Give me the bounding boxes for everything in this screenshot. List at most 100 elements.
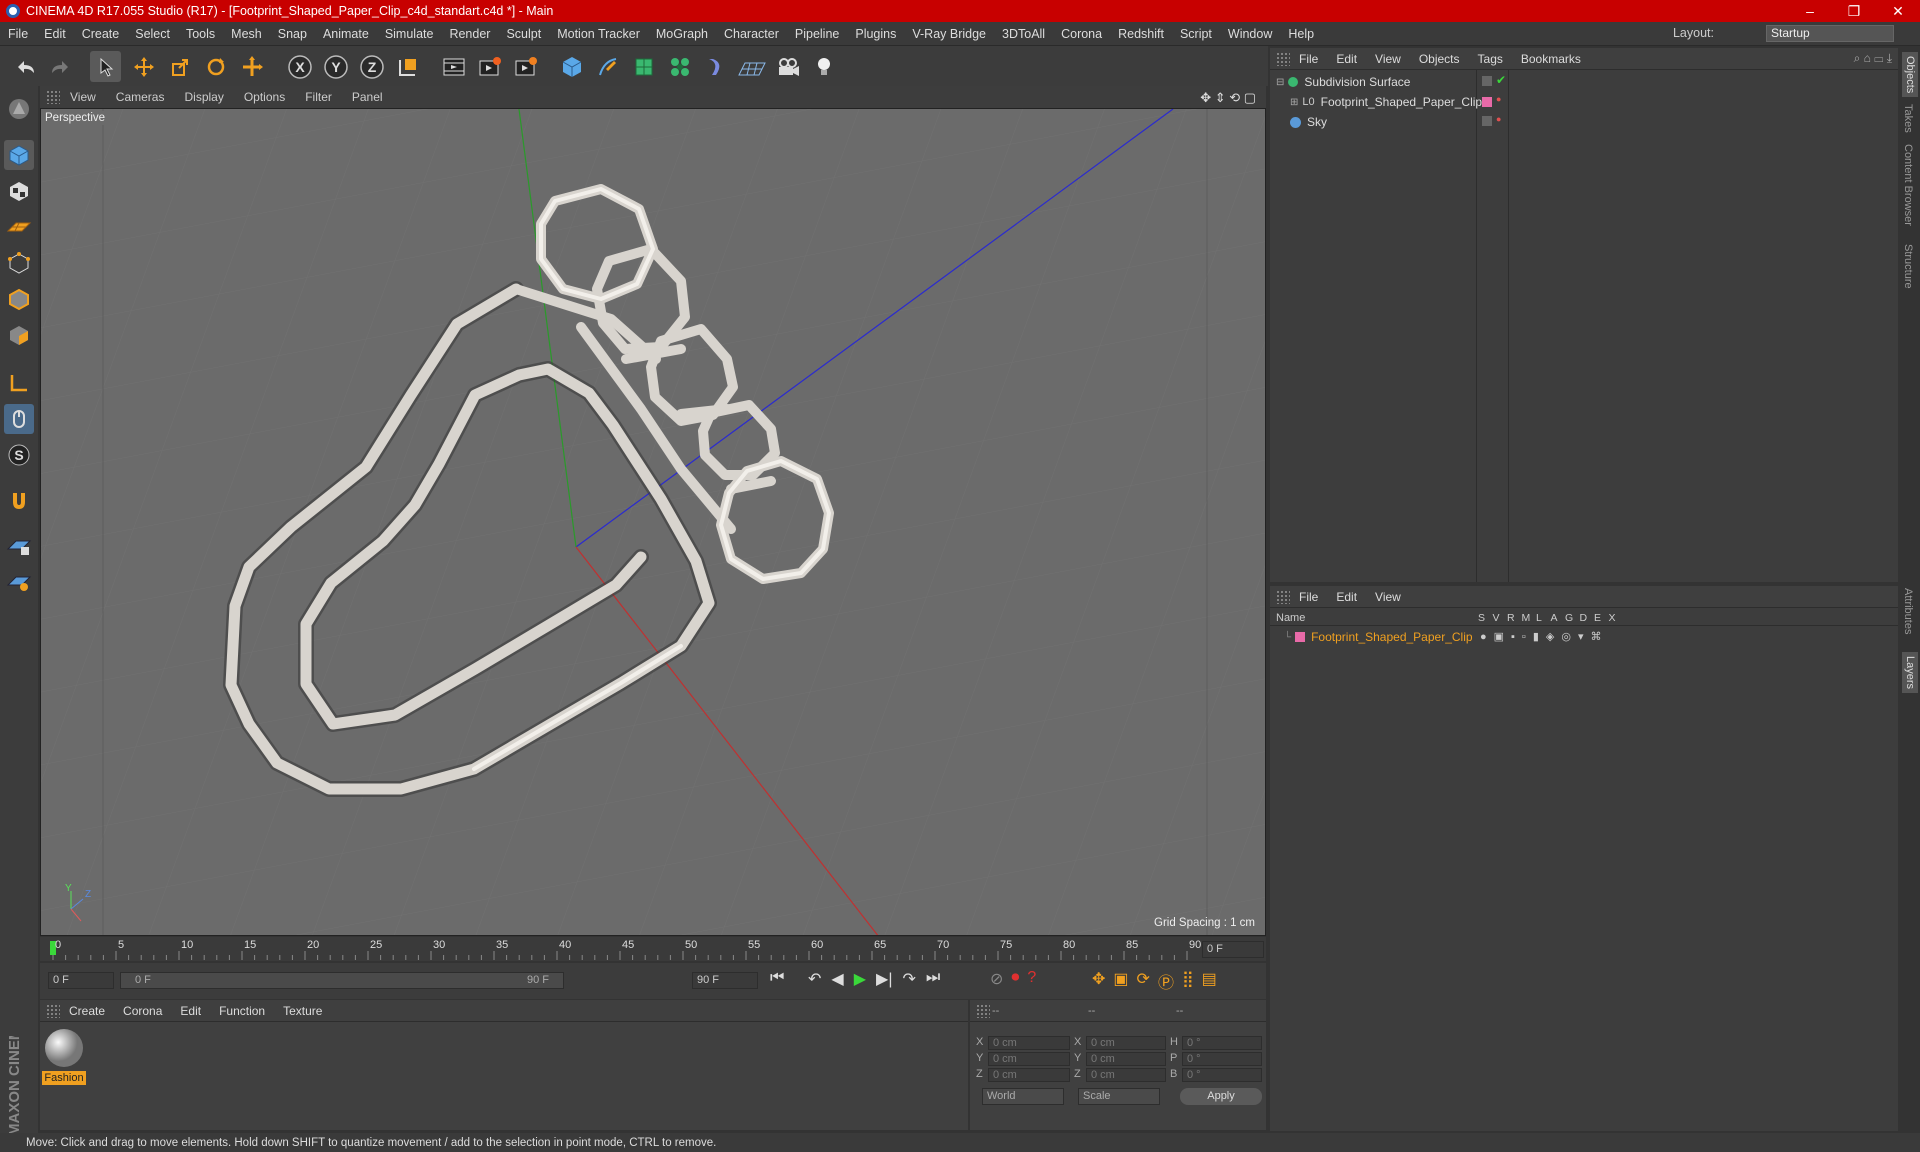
redo-icon[interactable] (44, 51, 75, 82)
menu-snap[interactable]: Snap (270, 27, 315, 41)
material-menu-function[interactable]: Function (210, 1004, 274, 1018)
select-arrow-icon[interactable] (90, 51, 121, 82)
scale-icon[interactable] (164, 51, 195, 82)
menu-edit[interactable]: Edit (36, 27, 74, 41)
viewport-menu-options[interactable]: Options (234, 90, 295, 104)
play-icon[interactable]: ▶ (854, 969, 866, 989)
panel-grip[interactable] (1276, 51, 1290, 66)
menu-window[interactable]: Window (1220, 27, 1280, 41)
key-scale-icon[interactable]: ▣ (1113, 969, 1128, 993)
material-menu-corona[interactable]: Corona (114, 1004, 171, 1018)
cube-icon[interactable] (556, 51, 587, 82)
step-forward-icon[interactable]: ▶| (876, 969, 892, 989)
panel-grip[interactable] (1276, 589, 1290, 604)
menu-render[interactable]: Render (441, 27, 498, 41)
next-keyframe-icon[interactable]: ↷ (903, 969, 916, 989)
timeline-ruler[interactable]: 0 5 10 15 20 25 30 35 40 45 50 55 60 65 70 75 80 85 90 0 F (40, 937, 1266, 961)
layer-menu-view[interactable]: View (1366, 590, 1410, 604)
workplane-icon[interactable] (4, 212, 34, 242)
object-manager-nav-icons[interactable]: ⌕ ⌂ ▭ ⤓ (1854, 51, 1892, 66)
layer-menu-edit[interactable]: Edit (1327, 590, 1366, 604)
floor-icon[interactable] (736, 51, 767, 82)
subdivision-icon[interactable] (628, 51, 659, 82)
menu-help[interactable]: Help (1280, 27, 1322, 41)
step-back-icon[interactable]: ◀ (831, 969, 843, 989)
coord-scale-dropdown[interactable]: Scale (1078, 1088, 1160, 1105)
go-to-start-icon[interactable]: ⏮ (770, 969, 784, 987)
key-pla-icon[interactable]: ⣿ (1182, 969, 1194, 993)
model-mode-icon[interactable] (4, 140, 34, 170)
menu-mograph[interactable]: MoGraph (648, 27, 716, 41)
material-menu-texture[interactable]: Texture (274, 1004, 331, 1018)
timeline-window-icon[interactable]: ▤ (1202, 969, 1217, 993)
position-field[interactable]: 0 cm (988, 1052, 1070, 1066)
light-icon[interactable] (808, 51, 839, 82)
menu-sculpt[interactable]: Sculpt (498, 27, 549, 41)
tab-objects[interactable]: Objects (1902, 52, 1918, 98)
editor-visibility-icon[interactable] (1482, 116, 1492, 126)
menu-vray-bridge[interactable]: V-Ray Bridge (904, 27, 994, 41)
solo-icon[interactable]: S (4, 440, 34, 470)
menu-motion-tracker[interactable]: Motion Tracker (549, 27, 648, 41)
cloner-icon[interactable] (664, 51, 695, 82)
menu-plugins[interactable]: Plugins (847, 27, 904, 41)
menu-redshift[interactable]: Redshift (1110, 27, 1172, 41)
z-axis-icon[interactable]: Z (356, 51, 387, 82)
frame-range-slider[interactable]: 0 F 90 F (120, 972, 564, 989)
snap-grid-icon[interactable] (4, 530, 34, 560)
autokey-icon[interactable]: ⏺ (1011, 969, 1019, 989)
key-rotation-icon[interactable]: ⟳ (1137, 969, 1150, 993)
edit-render-settings-icon[interactable] (510, 51, 541, 82)
enabled-check-icon[interactable]: ✔ (1496, 73, 1506, 87)
object-menu-edit[interactable]: Edit (1327, 52, 1366, 66)
tab-layers[interactable]: Layers (1902, 652, 1918, 694)
polygons-mode-icon[interactable] (4, 320, 34, 350)
viewport-menu-display[interactable]: Display (174, 90, 233, 104)
start-frame-field[interactable]: 0 F (48, 972, 114, 989)
viewport-perspective[interactable]: Y Z Perspective Grid Spacing : 1 cm (40, 108, 1266, 936)
render-view-icon[interactable] (438, 51, 469, 82)
size-field[interactable]: 0 cm (1086, 1052, 1166, 1066)
menu-pipeline[interactable]: Pipeline (787, 27, 847, 41)
deformer-icon[interactable] (700, 51, 731, 82)
menu-script[interactable]: Script (1172, 27, 1220, 41)
menu-animate[interactable]: Animate (315, 27, 377, 41)
layer-row[interactable]: └ Footprint_Shaped_Paper_Clip ●▣▪▫▮◈◎▾⌘ (1270, 628, 1898, 646)
size-field[interactable]: 0 cm (1086, 1068, 1166, 1082)
record-keys-icon[interactable]: ⊘ (990, 969, 1003, 989)
menu-3dtoall[interactable]: 3DToAll (994, 27, 1053, 41)
camera-icon[interactable] (772, 51, 803, 82)
material-menu-create[interactable]: Create (60, 1004, 114, 1018)
texture-mode-icon[interactable] (4, 176, 34, 206)
object-row-paper-clip[interactable]: ⊞ L0 Footprint_Shaped_Paper_Clip ● (1270, 92, 1898, 112)
visibility-dots-icon[interactable]: ● (1496, 94, 1501, 104)
pen-icon[interactable] (592, 51, 623, 82)
snap-settings-icon[interactable] (4, 566, 34, 596)
menu-file[interactable]: File (0, 27, 36, 41)
viewport-nav-icons[interactable]: ✥ ⇕ ⟲ ▢ (1200, 90, 1256, 106)
minimize-button[interactable]: – (1788, 0, 1832, 22)
panel-grip[interactable] (46, 1003, 60, 1018)
menu-tools[interactable]: Tools (178, 27, 223, 41)
menu-corona[interactable]: Corona (1053, 27, 1110, 41)
transform-icon[interactable] (236, 51, 267, 82)
position-field[interactable]: 0 cm (988, 1036, 1070, 1050)
tab-structure[interactable]: Structure (1902, 244, 1914, 289)
layer-menu-file[interactable]: File (1290, 590, 1327, 604)
object-menu-view[interactable]: View (1366, 52, 1410, 66)
panel-grip[interactable] (46, 90, 60, 104)
edges-mode-icon[interactable] (4, 284, 34, 314)
menu-select[interactable]: Select (127, 27, 178, 41)
object-menu-tags[interactable]: Tags (1469, 52, 1512, 66)
move-icon[interactable] (128, 51, 159, 82)
menu-simulate[interactable]: Simulate (377, 27, 442, 41)
tab-content-browser[interactable]: Content Browser (1902, 144, 1914, 226)
material-swatch[interactable]: Fashion (42, 1026, 86, 1085)
viewport-menu-panel[interactable]: Panel (342, 90, 393, 104)
menu-create[interactable]: Create (74, 27, 128, 41)
undo-icon[interactable] (10, 51, 41, 82)
layer-flags-icons[interactable]: ●▣▪▫▮◈◎▾⌘ (1480, 630, 1608, 643)
object-menu-bookmarks[interactable]: Bookmarks (1512, 52, 1590, 66)
end-frame-field[interactable]: 90 F (692, 972, 758, 989)
rotation-field[interactable]: 0 ° (1182, 1068, 1262, 1082)
